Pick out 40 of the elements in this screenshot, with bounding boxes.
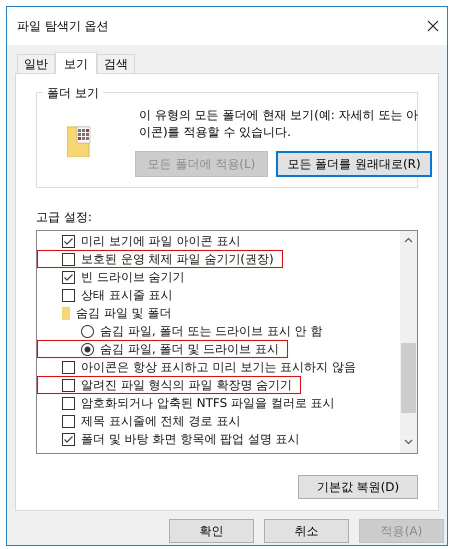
option-label: 숨김 파일 및 폴더 [76,305,172,322]
scrollbar[interactable] [400,231,417,453]
folder-icon [62,306,70,320]
scroll-up-icon[interactable] [404,237,413,243]
section-label: 고급 설정: [36,209,93,226]
checked-checkbox[interactable] [62,270,75,284]
dialog-button[interactable]: 확인 [169,519,254,543]
option-label: 아이콘은 항상 표시하고 미리 보기는 표시하지 않음 [81,359,356,376]
radio-button[interactable] [81,342,94,356]
option-label: 보호된 운영 체제 파일 숨기기(권장) [81,251,274,268]
scroll-down-icon[interactable] [404,439,413,445]
option-label: 폴더 및 바탕 화면 항목에 팝업 설명 표시 [81,431,300,448]
action-button[interactable]: 모든 폴더를 원래대로(R) [276,151,432,177]
restore-defaults-button[interactable]: 기본값 복원(D) [298,475,418,499]
option-label: 미리 보기에 파일 아이콘 표시 [81,233,240,250]
tab[interactable]: 검색 [97,54,135,73]
option-label: 알려진 파일 형식의 파일 확장명 숨기기 [81,377,292,394]
option-label: 숨김 파일, 폴더 및 드라이브 표시 [100,341,279,358]
tab[interactable]: 일반 [17,54,55,73]
option-label: 상태 표시줄 표시 [81,287,173,304]
folder-icon [67,125,91,157]
description-text: 이 유형의 모든 폴더에 현재 보기(예: 자세히 또는 아이콘)를 적용할 수 있습니다. [139,107,420,141]
checkbox[interactable] [62,360,75,374]
window-title: 파일 탐색기 옵션 [17,18,109,35]
option-label: 빈 드라이브 숨기기 [81,269,185,286]
option-label: 암호화되거나 압축된 NTFS 파일을 컬러로 표시 [81,395,335,412]
checkbox[interactable] [62,396,75,410]
option-label: 숨김 파일, 폴더 또는 드라이브 표시 안 함 [100,323,323,340]
checkbox[interactable] [62,288,75,302]
checkbox[interactable] [62,414,75,428]
option-label: 제목 표시줄에 전체 경로 표시 [81,413,240,430]
checkbox[interactable] [62,378,75,392]
scroll-thumb[interactable] [401,343,416,413]
dialog-button[interactable]: 취소 [264,519,349,543]
radio-button[interactable] [81,324,94,338]
tab[interactable]: 보기 [55,52,97,74]
close-icon[interactable] [427,20,439,32]
checked-checkbox[interactable] [62,432,75,446]
checked-checkbox[interactable] [62,234,75,248]
checkbox[interactable] [62,252,75,266]
